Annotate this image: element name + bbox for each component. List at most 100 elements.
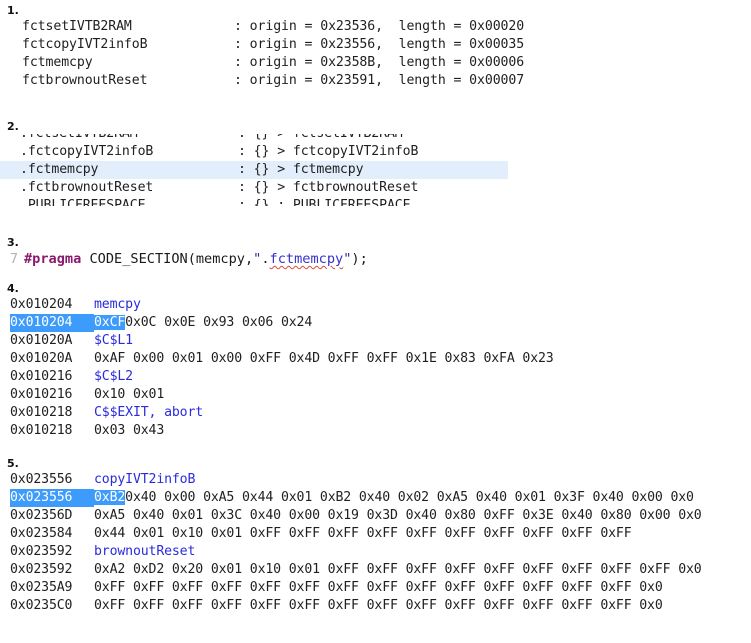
disasm-row[interactable]: 0x01020A 0xAF 0x00 0x01 0x00 0xFF 0x4D 0x… bbox=[0, 350, 751, 368]
section-name: .fctcopyIVT2infoB bbox=[20, 144, 154, 159]
disasm-row[interactable]: 0x0235C0 0xFF 0xFF 0xFF 0xFF 0xFF 0xFF 0x… bbox=[0, 597, 751, 615]
section-5-rows: 0x023556 copyIVT2infoB 0x023556 0xB20x40 0… bbox=[0, 471, 751, 615]
clipped-row-bottom: .PUBLICFREESPACE : {} : PUBLICFREESPACE bbox=[0, 197, 751, 206]
address: 0x010204 bbox=[10, 297, 73, 312]
address: 0x01020A bbox=[10, 351, 73, 366]
symbol-label: $C$L1 bbox=[94, 333, 133, 348]
address: 0x01020A bbox=[10, 333, 73, 348]
section-1-rows: fctsetIVTB2RAM : origin = 0x23536, length… bbox=[0, 18, 751, 90]
disasm-row[interactable]: 0x010218 C$$EXIT, abort bbox=[0, 404, 751, 422]
screenshot-root: 1. fctsetIVTB2RAM : origin = 0x23536, len… bbox=[0, 0, 751, 643]
disasm-row[interactable]: 0x010216 0x10 0x01 bbox=[0, 386, 751, 404]
line-number: 7 bbox=[9, 251, 18, 267]
string-dot: . bbox=[261, 251, 270, 267]
origin-length-fields: : origin = 0x23591, length = 0x00007 bbox=[234, 73, 525, 88]
byte-values: 0x03 0x43 bbox=[94, 423, 165, 438]
symbol-label: brownoutReset bbox=[94, 544, 196, 559]
section-name: .fctbrownoutReset bbox=[20, 180, 154, 195]
origin-length-fields: : origin = 0x23556, length = 0x00035 bbox=[234, 37, 525, 52]
disasm-row[interactable]: 0x02356D 0xA5 0x40 0x01 0x3C 0x40 0x00 0x… bbox=[0, 507, 751, 525]
byte-values: 0xFF 0xFF 0xFF 0xFF 0xFF 0xFF 0xFF 0xFF … bbox=[94, 598, 663, 613]
byte-values: 0xAF 0x00 0x01 0x00 0xFF 0x4D 0xFF 0xFF … bbox=[94, 351, 554, 366]
section-mapping: : {} > fctmemcpy bbox=[238, 162, 364, 177]
symbol-label: memcpy bbox=[94, 297, 141, 312]
address: 0x023584 bbox=[10, 526, 73, 541]
byte-values: 0xA2 0xD2 0x20 0x01 0x10 0x01 0xFF 0xFF … bbox=[94, 562, 702, 577]
symbol-label: copyIVT2infoB bbox=[94, 472, 196, 487]
code-line[interactable]: 7 #pragma CODE_SECTION(memcpy,".fctmemcpy… bbox=[0, 250, 751, 268]
symbol-label: C$$EXIT, abort bbox=[94, 405, 204, 420]
address: 0x023556 bbox=[10, 472, 73, 487]
symbol-label: $C$L2 bbox=[94, 369, 133, 384]
byte-highlighted: 0xCF bbox=[94, 315, 126, 330]
byte-values: 0x44 0x01 0x10 0x01 0xFF 0xFF 0xFF 0xFF … bbox=[94, 526, 632, 541]
address: 0x010216 bbox=[10, 387, 73, 402]
disasm-row[interactable]: 0x010216 $C$L2 bbox=[0, 368, 751, 386]
section-mapping: : {} > fctcopyIVT2infoB bbox=[238, 144, 419, 159]
section-number-3: 3. bbox=[7, 236, 19, 249]
tree-row[interactable]: .PUBLICFREESPACE : {} : PUBLICFREESPACE bbox=[0, 197, 751, 206]
address-highlighted: 0x023556 bbox=[10, 489, 94, 507]
section-mapping: : {} : PUBLICFREESPACE bbox=[238, 198, 411, 206]
address: 0x023592 bbox=[10, 562, 73, 577]
section-mapping: : {} > fctsetIVTB2RAM bbox=[238, 134, 403, 141]
symbol-name: fctsetIVTB2RAM bbox=[22, 19, 132, 34]
address: 0x010218 bbox=[10, 405, 73, 420]
address-highlighted: 0x010204 bbox=[10, 314, 94, 332]
section-1-memory-allocation: 1. fctsetIVTB2RAM : origin = 0x23536, len… bbox=[0, 4, 751, 90]
byte-values: 0xA5 0x40 0x01 0x3C 0x40 0x00 0x19 0x3D … bbox=[94, 508, 702, 523]
pragma-keyword: #pragma bbox=[24, 251, 82, 267]
table-row[interactable]: fctsetIVTB2RAM : origin = 0x23536, length… bbox=[0, 18, 751, 36]
address: 0x010218 bbox=[10, 423, 73, 438]
disasm-row[interactable]: 0x0235A9 0xFF 0xFF 0xFF 0xFF 0xFF 0xFF 0x… bbox=[0, 579, 751, 597]
address: 0x0235C0 bbox=[10, 598, 73, 613]
section-number-4: 4. bbox=[7, 282, 19, 295]
section-name-literal: fctmemcpy bbox=[269, 251, 344, 267]
section-name: .fctmemcpy bbox=[20, 162, 99, 177]
byte-highlighted: 0xB2 bbox=[94, 490, 126, 505]
section-5-disassembly: 5. 0x023556 copyIVT2infoB 0x023556 0xB20x4… bbox=[0, 457, 751, 615]
tree-row[interactable]: .fctcopyIVT2infoB : {} > fctcopyIVT2infoB bbox=[0, 143, 751, 161]
tree-row[interactable]: .fctsetIVTB2RAM: {} > fctsetIVTB2RAM bbox=[0, 134, 751, 143]
tree-row[interactable]: .fctbrownoutReset : {} > fctbrownoutReset bbox=[0, 179, 751, 197]
byte-values: 0xFF 0xFF 0xFF 0xFF 0xFF 0xFF 0xFF 0xFF … bbox=[94, 580, 663, 595]
section-number-1: 1. bbox=[7, 4, 19, 17]
disasm-row[interactable]: 0x010218 0x03 0x43 bbox=[0, 422, 751, 440]
disasm-row[interactable]: 0x010204 memcpy bbox=[0, 296, 751, 314]
disasm-row[interactable]: 0x023592 0xA2 0xD2 0x20 0x01 0x10 0x01 0x… bbox=[0, 561, 751, 579]
byte-values: 0x10 0x01 bbox=[94, 387, 165, 402]
table-row[interactable]: fctcopyIVT2infoB : origin = 0x23556, leng… bbox=[0, 36, 751, 54]
code-section-call: CODE_SECTION(memcpy, bbox=[81, 251, 254, 267]
section-name: .PUBLICFREESPACE bbox=[20, 198, 146, 206]
disasm-row-selected[interactable]: 0x023556 0xB20x40 0x00 0xA5 0x44 0x01 0xB… bbox=[0, 489, 751, 507]
disasm-row[interactable]: 0x01020A $C$L1 bbox=[0, 332, 751, 350]
clipped-row-top: .fctsetIVTB2RAM: {} > fctsetIVTB2RAM bbox=[0, 134, 751, 143]
section-2-linker-section-tree: 2. .fctsetIVTB2RAM: {} > fctsetIVTB2RAM … bbox=[0, 120, 751, 206]
origin-length-fields: : origin = 0x2358B, length = 0x00006 bbox=[234, 55, 525, 70]
origin-length-fields: : origin = 0x23536, length = 0x00020 bbox=[234, 19, 525, 34]
section-4-disassembly: 4. 0x010204 memcpy 0x010204 0xCF0x0C 0x0E … bbox=[0, 282, 751, 440]
section-name: .fctsetIVTB2RAM bbox=[20, 134, 238, 143]
section-4-rows: 0x010204 memcpy 0x010204 0xCF0x0C 0x0E 0x9… bbox=[0, 296, 751, 440]
statement-tail: ); bbox=[351, 251, 368, 267]
disasm-row[interactable]: 0x023556 copyIVT2infoB bbox=[0, 471, 751, 489]
section-mapping: : {} > fctbrownoutReset bbox=[238, 180, 419, 195]
disasm-row[interactable]: 0x023584 0x44 0x01 0x10 0x01 0xFF 0xFF 0x… bbox=[0, 525, 751, 543]
address: 0x010216 bbox=[10, 369, 73, 384]
section-number-5: 5. bbox=[7, 457, 19, 470]
byte-values: 0x40 0x00 0xA5 0x44 0x01 0xB2 0x40 0x02 … bbox=[125, 490, 694, 505]
disasm-row[interactable]: 0x023592 brownoutReset bbox=[0, 543, 751, 561]
address: 0x023592 bbox=[10, 544, 73, 559]
table-row[interactable]: fctbrownoutReset : origin = 0x23591, leng… bbox=[0, 72, 751, 90]
symbol-name: fctmemcpy bbox=[22, 55, 93, 70]
symbol-name: fctcopyIVT2infoB bbox=[22, 37, 148, 52]
tree-row-selected[interactable]: .fctmemcpy : {} > fctmemcpy bbox=[0, 161, 508, 179]
byte-values: 0x0C 0x0E 0x93 0x06 0x24 bbox=[125, 315, 313, 330]
address: 0x02356D bbox=[10, 508, 73, 523]
section-number-2: 2. bbox=[7, 120, 19, 133]
table-row[interactable]: fctmemcpy : origin = 0x2358B, length = 0x… bbox=[0, 54, 751, 72]
disasm-row-selected[interactable]: 0x010204 0xCF0x0C 0x0E 0x93 0x06 0x24 bbox=[0, 314, 751, 332]
address: 0x0235A9 bbox=[10, 580, 73, 595]
section-3-source-line: 3. 7 #pragma CODE_SECTION(memcpy,".fctmem… bbox=[0, 236, 751, 268]
symbol-name: fctbrownoutReset bbox=[22, 73, 148, 88]
